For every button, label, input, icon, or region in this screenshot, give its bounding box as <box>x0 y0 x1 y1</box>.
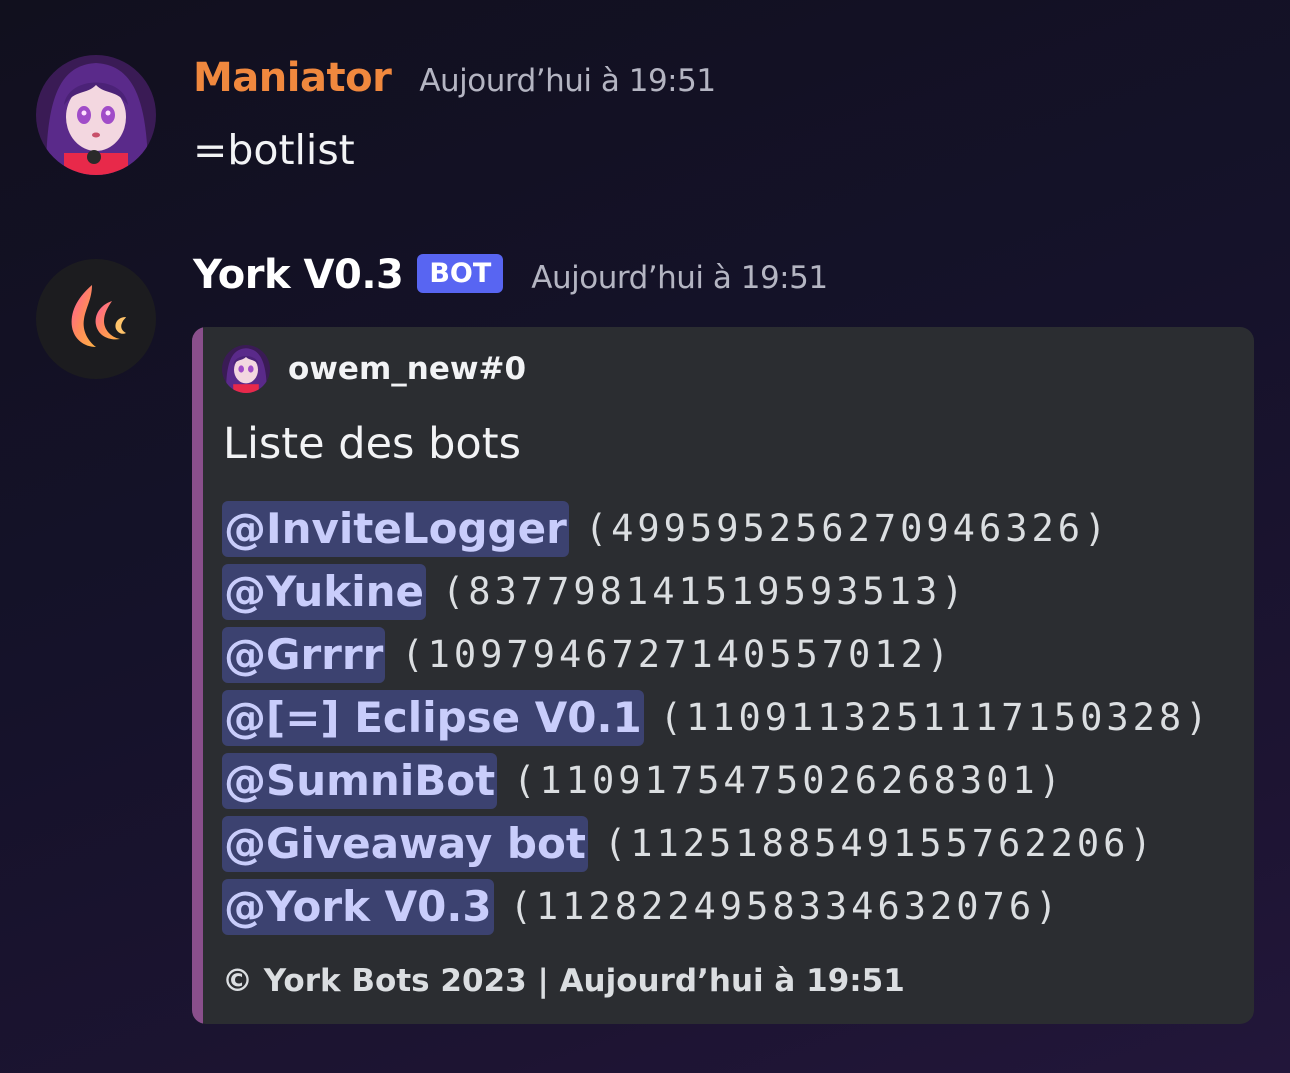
bot-mention[interactable]: @SumniBot <box>222 752 498 809</box>
avatar-york-bot[interactable] <box>36 259 156 379</box>
bot-mention[interactable]: @[=] Eclipse V0.1 <box>222 689 644 746</box>
bot-id: (1128224958334632076) <box>509 885 1062 928</box>
bot-id: (1125188549155762206) <box>603 822 1156 865</box>
embed-author: owem_new#0 <box>222 345 526 393</box>
bot-list-item: @Giveaway bot (1125188549155762206) <box>222 812 1211 875</box>
bot-id: (1097946727140557012) <box>401 633 954 676</box>
message-header: Maniator Aujourd’hui à 19:51 <box>193 55 716 101</box>
embed-author-avatar[interactable] <box>222 345 270 393</box>
message-header: York V0.3 BOT Aujourd’hui à 19:51 <box>193 252 828 299</box>
avatar-maniator[interactable] <box>36 55 156 175</box>
message-content: =botlist <box>193 126 355 174</box>
bot-mention[interactable]: @Grrrr <box>222 626 386 683</box>
embed-footer: © York Bots 2023 | Aujourd’hui à 19:51 <box>222 963 905 999</box>
bot-list-item: @York V0.3 (1128224958334632076) <box>222 875 1211 938</box>
bot-list-item: @Grrrr (1097946727140557012) <box>222 623 1211 686</box>
username[interactable]: Maniator <box>193 55 392 101</box>
bot-id: (499595256270946326) <box>584 507 1111 550</box>
username[interactable]: York V0.3 <box>193 252 404 298</box>
bot-mention[interactable]: @Giveaway bot <box>222 815 588 872</box>
bot-mention[interactable]: @York V0.3 <box>222 878 494 935</box>
bot-mention[interactable]: @InviteLogger <box>222 500 569 557</box>
bot-id: (1109175475026268301) <box>513 759 1065 802</box>
bot-mention[interactable]: @Yukine <box>222 563 426 620</box>
bot-list-item: @SumniBot (1109175475026268301) <box>222 749 1211 812</box>
timestamp[interactable]: Aujourd’hui à 19:51 <box>531 260 828 296</box>
bot-list: @InviteLogger (499595256270946326) @Yuki… <box>222 497 1211 938</box>
embed-title: Liste des bots <box>223 419 521 469</box>
bot-list-item: @Yukine (837798141519593513) <box>222 560 1211 623</box>
embed-color-bar <box>192 327 203 1024</box>
embed: owem_new#0 Liste des bots @InviteLogger … <box>192 327 1254 1024</box>
bot-list-item: @InviteLogger (499595256270946326) <box>222 497 1211 560</box>
bot-id: (837798141519593513) <box>441 570 968 613</box>
bot-badge: BOT <box>417 254 504 293</box>
bot-id: (1109113251117150328) <box>659 696 1212 739</box>
embed-author-name[interactable]: owem_new#0 <box>288 351 526 387</box>
timestamp[interactable]: Aujourd’hui à 19:51 <box>419 63 716 99</box>
bot-list-item: @[=] Eclipse V0.1 (1109113251117150328) <box>222 686 1211 749</box>
